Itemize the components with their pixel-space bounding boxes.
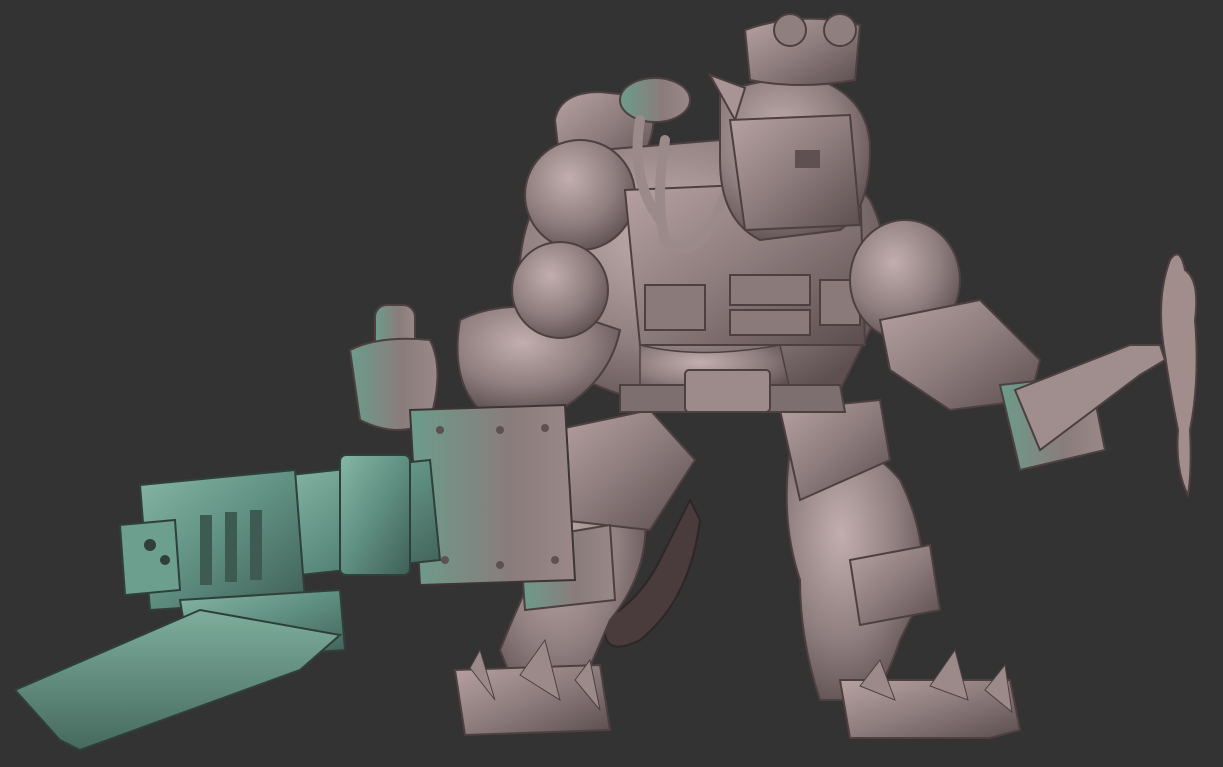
- head: [707, 13, 872, 242]
- right-arm: [849, 219, 1198, 499]
- right-leg: [778, 398, 1022, 739]
- left-arm: [348, 241, 622, 431]
- viewport-3d[interactable]: [0, 0, 1223, 767]
- sculpt-render: [13, 13, 1198, 752]
